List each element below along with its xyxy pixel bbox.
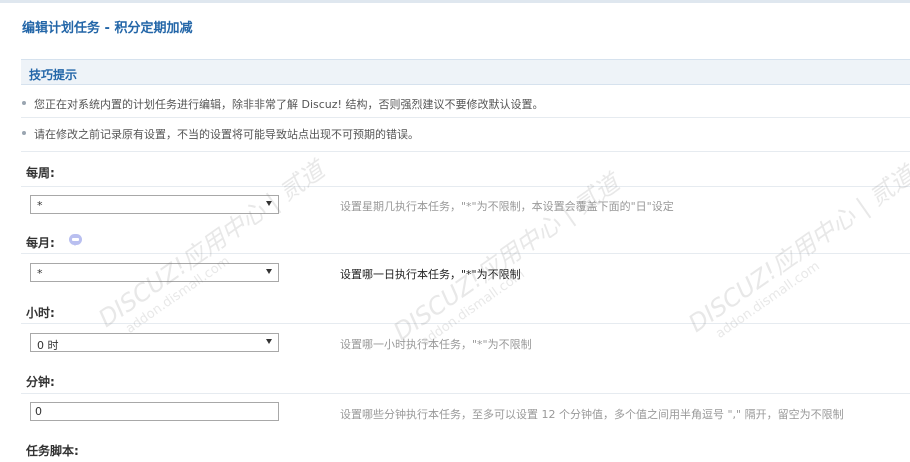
divider xyxy=(21,151,910,152)
tip-item: 请在修改之前记录原有设置，不当的设置将可能导致站点出现不可预期的错误。 xyxy=(34,128,419,141)
weekly-hint: 设置星期几执行本任务，"*"为不限制，本设置会覆盖下面的"日"设定 xyxy=(340,200,674,213)
minute-input[interactable] xyxy=(30,402,279,421)
tip-item: 您正在对系统内置的计划任务进行编辑，除非非常了解 Discuz! 结构，否则强烈… xyxy=(34,98,544,111)
divider xyxy=(21,253,910,254)
watermark-logo: DISCUZ!应用中心 | 贰道 addon.dismall.com xyxy=(90,151,339,346)
divider xyxy=(21,393,910,394)
divider xyxy=(21,117,910,118)
cron-edit-page: 编辑计划任务 - 积分定期加减 技巧提示 您正在对系统内置的计划任务进行编辑，除… xyxy=(0,0,910,462)
hour-select[interactable]: 0 时 xyxy=(30,333,279,352)
script-label: 任务脚本: xyxy=(26,444,79,458)
watermark-text: DISCUZ!应用中心 | 贰道 xyxy=(93,155,330,333)
minute-hint: 设置哪些分钟执行本任务，至多可以设置 12 个分钟值，多个值之间用半角逗号 ",… xyxy=(340,408,844,421)
tip-bullet-icon xyxy=(22,101,26,105)
chevron-down-icon xyxy=(266,201,272,206)
tip-bullet-icon xyxy=(22,131,26,135)
weekly-select-value: * xyxy=(37,199,43,212)
hour-label: 小时: xyxy=(26,306,55,320)
divider xyxy=(21,323,910,324)
chevron-down-icon xyxy=(266,269,272,274)
watermark-text: DISCUZ!应用中心 | 贰道 xyxy=(388,168,625,346)
monthly-select[interactable]: * xyxy=(30,263,279,282)
chevron-down-icon xyxy=(266,339,272,344)
monthly-select-value: * xyxy=(37,267,43,280)
hour-select-value: 0 时 xyxy=(37,339,59,352)
page-title: 编辑计划任务 - 积分定期加减 xyxy=(22,21,193,36)
weekly-label: 每周: xyxy=(26,166,55,180)
divider xyxy=(21,186,910,187)
tips-title: 技巧提示 xyxy=(29,68,78,82)
watermark-text: DISCUZ!应用中心 | 贰道 xyxy=(683,160,910,338)
weekly-select[interactable]: * xyxy=(30,195,279,214)
monthly-label: 每月: xyxy=(26,236,55,250)
minute-label: 分钟: xyxy=(26,375,55,389)
help-bubble-icon[interactable] xyxy=(69,234,82,246)
hour-hint: 设置哪一小时执行本任务，"*"为不限制 xyxy=(340,338,532,351)
top-border xyxy=(0,0,910,3)
watermark-logo: DISCUZ!应用中心 | 贰道 addon.dismall.com xyxy=(385,164,634,359)
monthly-hint: 设置哪一日执行本任务，"*"为不限制 xyxy=(340,268,521,281)
watermark-subtext: addon.dismall.com xyxy=(713,258,823,342)
tips-header: 技巧提示 xyxy=(21,59,910,85)
